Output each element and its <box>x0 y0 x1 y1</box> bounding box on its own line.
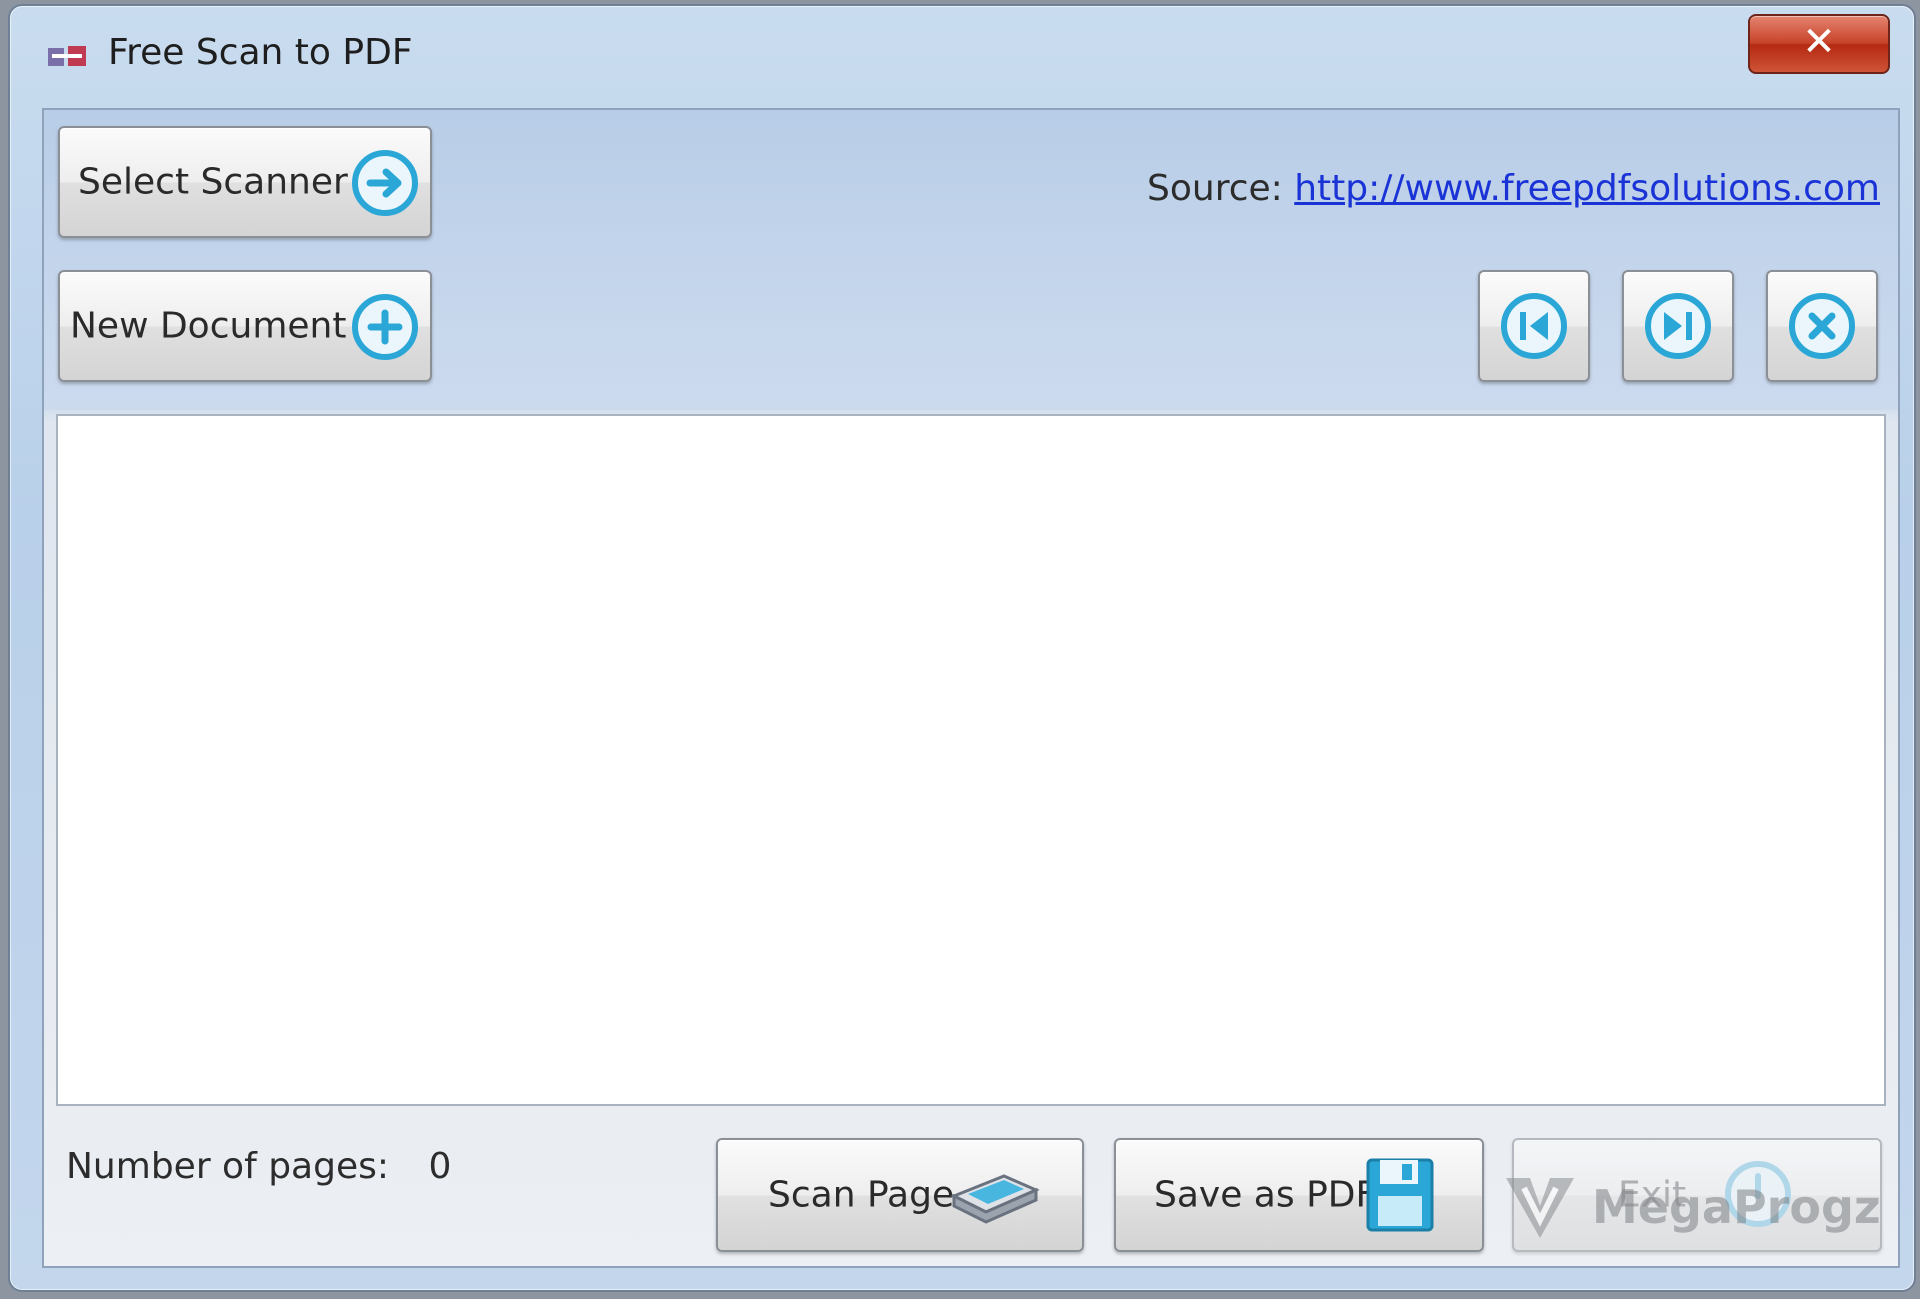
window-close-button[interactable]: ✕ <box>1748 14 1890 74</box>
source-text: Source: http://www.freepdfsolutions.com <box>1147 168 1880 209</box>
new-document-button[interactable]: New Document <box>58 270 432 382</box>
page-count-display: Number of pages: 0 <box>66 1146 451 1187</box>
select-scanner-button[interactable]: Select Scanner <box>58 126 432 238</box>
source-label: Source: <box>1147 168 1283 209</box>
scanner-icon <box>950 1174 1040 1224</box>
watermark-text: MegaProgz <box>1592 1180 1881 1234</box>
app-window: Free Scan to PDF ✕ Select Scanner Source… <box>8 4 1916 1292</box>
floppy-disk-icon <box>1366 1158 1434 1232</box>
first-page-button[interactable] <box>1478 270 1590 382</box>
skip-back-icon <box>1501 293 1567 359</box>
megaprogz-watermark: MegaProgz <box>1480 1154 1881 1254</box>
watermark-logo-icon <box>1506 1178 1574 1238</box>
new-document-label: New Document <box>70 305 347 347</box>
scan-page-button[interactable]: Scan Page <box>716 1138 1084 1252</box>
title-bar[interactable]: Free Scan to PDF ✕ <box>10 6 1914 106</box>
select-scanner-label: Select Scanner <box>78 161 348 203</box>
delete-icon <box>1789 293 1855 359</box>
source-link[interactable]: http://www.freepdfsolutions.com <box>1294 168 1880 209</box>
skip-forward-icon <box>1645 293 1711 359</box>
plus-icon <box>352 294 418 360</box>
window-title: Free Scan to PDF <box>108 32 413 73</box>
save-as-pdf-label: Save as PDF <box>1154 1174 1377 1216</box>
app-logo-icon <box>48 46 86 66</box>
save-as-pdf-button[interactable]: Save as PDF <box>1114 1138 1484 1252</box>
pages-label: Number of pages: <box>66 1146 389 1187</box>
main-panel: Select Scanner Source: http://www.freepd… <box>42 108 1900 1268</box>
pages-count: 0 <box>428 1146 452 1187</box>
delete-page-button[interactable] <box>1766 270 1878 382</box>
scan-page-label: Scan Page <box>768 1174 955 1216</box>
arrow-right-icon <box>352 150 418 216</box>
scan-preview-area[interactable] <box>56 414 1886 1106</box>
last-page-button[interactable] <box>1622 270 1734 382</box>
